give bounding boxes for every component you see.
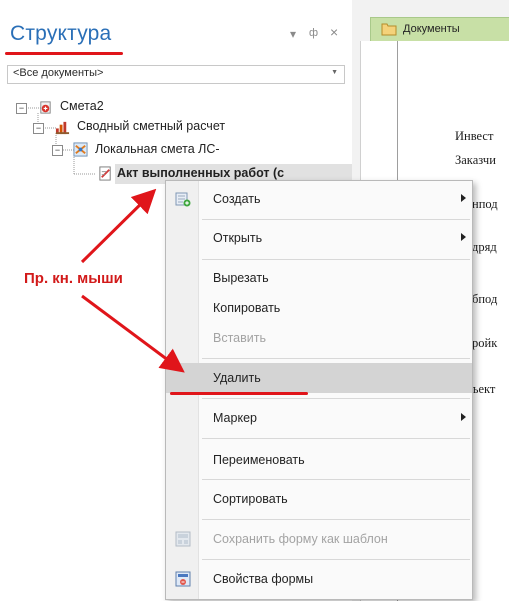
- menu-item-save-template[interactable]: Сохранить форму как шаблон: [166, 524, 472, 554]
- local-estimate-icon: [73, 142, 88, 157]
- doc-text-line: нпод: [472, 197, 498, 211]
- estimate-icon: [40, 101, 51, 114]
- submenu-arrow-icon: [461, 194, 466, 202]
- menu-item-copy[interactable]: Копировать: [166, 293, 472, 323]
- doc-text-line: бпод: [472, 292, 498, 306]
- act-icon: [99, 166, 111, 181]
- menu-item-paste[interactable]: Вставить: [166, 323, 472, 353]
- create-icon: [175, 192, 191, 207]
- menu-item-cut[interactable]: Вырезать: [166, 263, 472, 293]
- tree-item-label[interactable]: Смета2: [60, 99, 104, 113]
- tree-item-label-selected[interactable]: Акт выполненных работ (с: [117, 166, 284, 180]
- tab-documents[interactable]: Документы: [370, 17, 509, 42]
- menu-item-label: Удалить: [213, 371, 261, 385]
- tree-expander-summary[interactable]: −: [33, 123, 44, 134]
- menu-separator: [202, 438, 470, 439]
- doc-text-line: Заказчи: [455, 153, 496, 167]
- menu-item-label: Сортировать: [213, 492, 288, 506]
- menu-item-delete[interactable]: Удалить: [166, 363, 472, 393]
- doc-text-line: Инвест: [455, 129, 494, 143]
- menu-item-label: Вставить: [213, 331, 266, 345]
- menu-item-label: Копировать: [213, 301, 281, 315]
- form-properties-icon: [175, 571, 191, 587]
- doc-text-line: дряд: [472, 240, 497, 254]
- menu-item-open[interactable]: Открыть: [166, 223, 472, 253]
- menu-item-marker[interactable]: Маркер: [166, 403, 472, 433]
- template-icon: [175, 531, 191, 547]
- tab-documents-label: Документы: [403, 23, 460, 35]
- doc-text-line: ъект: [472, 382, 496, 396]
- menu-item-label: Открыть: [213, 231, 263, 245]
- right-click-annotation: Пр. кн. мыши: [24, 270, 123, 287]
- menu-separator: [202, 358, 470, 359]
- menu-item-label: Переименовать: [213, 453, 305, 467]
- menu-item-sort[interactable]: Сортировать: [166, 484, 472, 514]
- menu-item-rename[interactable]: Переименовать: [166, 445, 472, 475]
- tree-expander-local[interactable]: −: [52, 145, 63, 156]
- menu-item-create[interactable]: Создать: [166, 184, 472, 214]
- menu-separator: [202, 398, 470, 399]
- menu-item-label: Сохранить форму как шаблон: [213, 532, 388, 546]
- tree-expander-smeta2[interactable]: −: [16, 103, 27, 114]
- tree-item-label[interactable]: Сводный сметный расчет: [77, 119, 225, 133]
- menu-separator: [202, 259, 470, 260]
- menu-item-label: Маркер: [213, 411, 257, 425]
- doc-text-line: ройк: [472, 336, 498, 350]
- context-menu: Создать Открыть Вырезать Копировать Вста…: [165, 180, 473, 600]
- menu-separator: [202, 479, 470, 480]
- menu-separator: [202, 519, 470, 520]
- menu-separator: [202, 559, 470, 560]
- menu-item-form-properties[interactable]: Свойства формы: [166, 564, 472, 594]
- menu-item-label: Свойства формы: [213, 572, 314, 586]
- delete-underline-annotation: [170, 392, 308, 395]
- submenu-arrow-icon: [461, 233, 466, 241]
- folder-icon: [381, 23, 397, 36]
- menu-item-label: Создать: [213, 192, 261, 206]
- submenu-arrow-icon: [461, 413, 466, 421]
- menu-item-label: Вырезать: [213, 271, 269, 285]
- tree-item-label[interactable]: Локальная смета ЛС-: [95, 142, 220, 156]
- summary-estimate-icon: [55, 121, 70, 135]
- menu-separator: [202, 219, 470, 220]
